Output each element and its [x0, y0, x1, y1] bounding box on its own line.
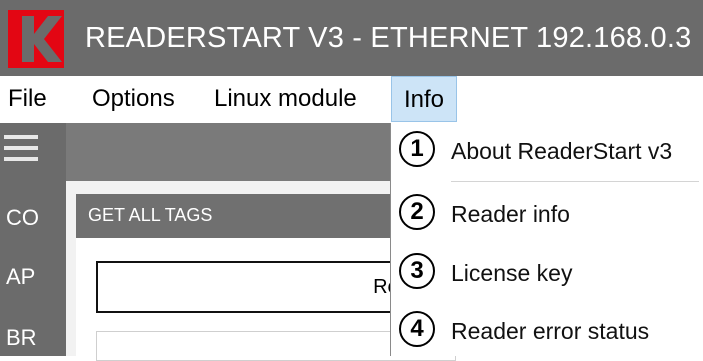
sidebar-item-br[interactable]: BR — [6, 325, 37, 351]
menu-linux-module[interactable]: Linux module — [214, 85, 357, 113]
sidebar-item-co[interactable]: CO — [6, 205, 39, 231]
menu-bar: File Options Linux module Info — [0, 76, 703, 123]
app-logo-icon — [8, 10, 64, 68]
window-title: READERSTART V3 - ETHERNET 192.168.0.3 — [85, 22, 692, 54]
menu-item-reader-error-status-label: Reader error status — [451, 318, 650, 344]
menu-item-reader-info-label: Reader info — [451, 201, 570, 227]
callout-badge-3: 3 — [399, 253, 435, 289]
menu-item-license-key[interactable]: 3 License key — [391, 245, 703, 303]
menu-item-license-key-label: License key — [451, 260, 573, 286]
title-bar: READERSTART V3 - ETHERNET 192.168.0.3 — [0, 0, 703, 76]
callout-badge-2: 2 — [399, 194, 435, 230]
menu-item-about-label: About ReaderStart v3 — [451, 138, 673, 164]
callout-badge-4: 4 — [399, 311, 435, 347]
menu-item-reader-info[interactable]: 2 Reader info — [391, 186, 703, 244]
menu-item-about[interactable]: 1 About ReaderStart v3 — [391, 123, 703, 182]
callout-badge-1: 1 — [399, 131, 435, 167]
panel-title: GET ALL TAGS — [88, 205, 213, 225]
menu-info[interactable]: Info — [391, 76, 458, 122]
hamburger-menu-icon[interactable] — [4, 135, 38, 168]
sidebar-item-ap[interactable]: AP — [6, 264, 35, 290]
menu-separator — [451, 181, 699, 182]
menu-file[interactable]: File — [8, 85, 47, 113]
info-dropdown-menu: 1 About ReaderStart v3 2 Reader info 3 L… — [390, 123, 703, 356]
sidebar: CO AP BR — [0, 123, 66, 356]
menu-options[interactable]: Options — [92, 85, 175, 113]
menu-item-reader-error-status[interactable]: 4 Reader error status — [391, 303, 703, 361]
